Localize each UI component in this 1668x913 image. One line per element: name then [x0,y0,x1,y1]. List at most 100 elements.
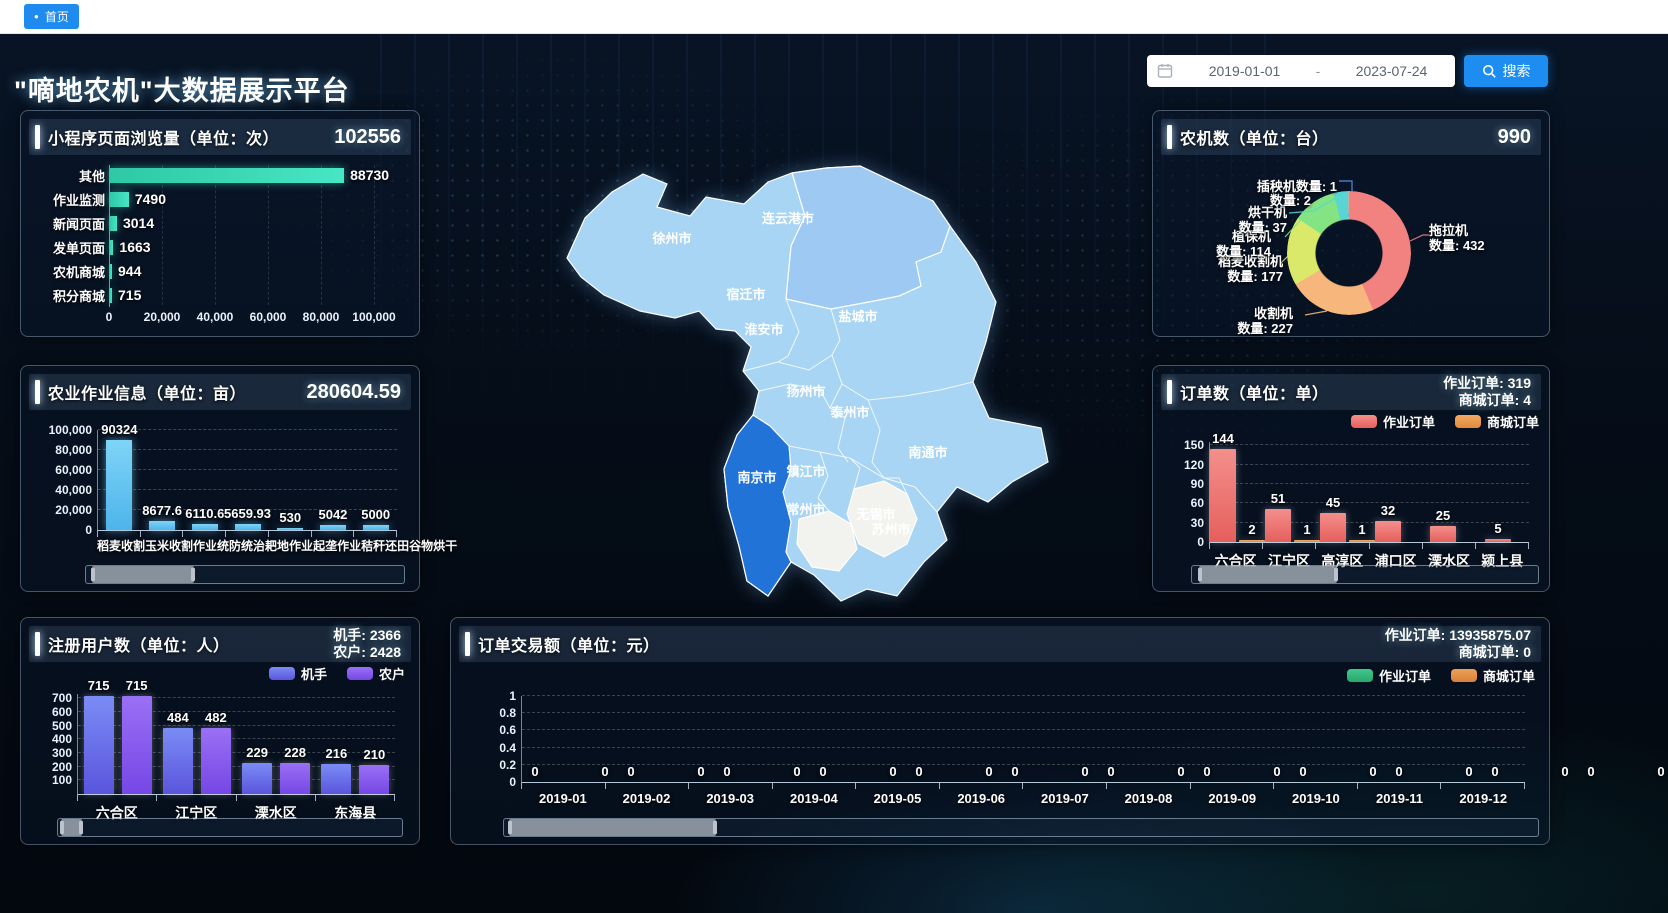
legend-label: 机手 [301,664,327,683]
bar[interactable] [149,521,175,530]
bar[interactable] [242,763,272,794]
data-zoom-handle[interactable] [61,819,82,836]
bar[interactable] [1349,540,1375,542]
tick [1191,783,1275,789]
tab-active-dot-icon: ● [34,13,39,21]
search-button[interactable]: 搜索 [1464,55,1548,87]
tick [1370,543,1423,549]
legend-item[interactable]: 机手 [269,664,327,683]
bar-wrap: 1 [1294,442,1320,542]
farmwork-chart[interactable]: 100,00080,00060,00040,00020,000090324867… [31,414,409,559]
bar[interactable] [321,764,351,794]
value-label: 0 [627,764,634,779]
machines-donut-chart[interactable]: 拖拉机数量: 432收割机数量: 227稻麦收割机数量: 177植保机数量: 1… [1153,149,1549,336]
category-label: 玉米收割作业 [145,537,217,554]
bar-wrap: 0 [688,696,714,782]
bar[interactable] [1485,539,1511,542]
category-label: 2019-09 [1190,791,1274,806]
tick [1423,543,1476,549]
value-label: 1 [1358,522,1365,537]
bar[interactable] [109,288,112,303]
bar[interactable] [109,264,112,279]
legend-item[interactable]: 农户 [347,664,405,683]
value-label: 0 [1657,764,1664,779]
panel-revenue: 订单交易额（单位：元） 作业订单: 13935875.07 商城订单: 0 作业… [450,617,1550,845]
panel-header: 小程序页面浏览量（单位：次） 102556 [29,119,411,155]
bar[interactable] [1210,449,1236,542]
bar-group: 484482 [157,694,236,794]
panel-total: 作业订单: 13935875.07 商城订单: 0 [1385,627,1531,661]
data-zoom-handle[interactable] [92,566,194,583]
dashboard-stage: "嘀地农机"大数据展示平台 2019-01-01 - 2023-07-24 搜索… [0,33,1668,913]
bar-wrap: 5 [1485,442,1511,542]
date-end-value[interactable]: 2023-07-24 [1328,63,1455,79]
bar[interactable] [1375,521,1401,542]
bar[interactable] [1320,513,1346,542]
plot-wrap: 10.80.60.40.2000000000000000000000000020… [521,696,1525,806]
cells: 000000000000000000000000 [522,696,1525,782]
bar[interactable] [277,528,303,530]
y-tick-label: 0.4 [499,741,522,755]
bar-group: 00 [618,696,714,782]
value-label: 0 [697,764,704,779]
date-start-value[interactable]: 2019-01-01 [1181,63,1308,79]
bar-wrap: 482 [201,694,231,794]
bar[interactable] [320,525,346,530]
data-zoom-slider[interactable] [85,565,405,584]
bar[interactable] [280,763,310,794]
data-zoom-slider[interactable] [503,818,1539,837]
bar[interactable] [106,440,132,530]
legend-item[interactable]: 作业订单 [1347,666,1431,685]
orders-chart[interactable]: 作业订单商城订单1501209060300144251145132255六合区江… [1163,412,1539,561]
tab-home[interactable]: ● 首页 [24,4,79,29]
legend-item[interactable]: 商城订单 [1451,666,1535,685]
panel-title: 订单数（单位：单） [1180,380,1329,404]
bar[interactable] [201,728,231,794]
users-chart[interactable]: 机手农户700600500400300200100715715484482229… [31,664,405,814]
tick [1316,543,1369,549]
bar[interactable] [359,765,389,794]
map-city-label: 宿迁市 [726,287,765,302]
map-region-nanjing[interactable] [724,415,791,596]
map-city-label: 南京市 [737,470,776,485]
bar[interactable] [192,524,218,530]
value-label: 6110.6 [185,506,224,521]
map-city-label: 徐州市 [651,231,691,246]
map-city-label: 镇江市 [786,464,825,479]
bar-group: 00 [906,696,1002,782]
data-zoom-slider[interactable] [57,818,403,837]
bar-row: 其他88730 [31,163,407,187]
bar-wrap: 229 [242,694,272,794]
bar-row: 发单页面1663 [31,235,407,259]
map-city-label: 扬州市 [786,384,825,399]
bar[interactable] [109,240,113,255]
bar-wrap: 0 [810,696,836,782]
page-title: "嘀地农机"大数据展示平台 [14,69,350,108]
data-zoom-slider[interactable] [1191,565,1539,584]
bar[interactable] [1265,509,1291,542]
bar[interactable] [109,168,344,183]
bar[interactable] [109,192,129,207]
pageviews-chart[interactable]: 其他88730作业监测7490新闻页面3014发单页面1663农机商城944积分… [31,163,407,330]
revenue-chart[interactable]: 作业订单商城订单10.80.60.40.20000000000000000000… [465,666,1535,814]
category-label: 2019-05 [856,791,940,806]
bar[interactable] [1239,540,1265,542]
bar[interactable] [163,728,193,794]
hbar-rows: 其他88730作业监测7490新闻页面3014发单页面1663农机商城944积分… [31,163,407,307]
bar[interactable] [1294,540,1320,542]
bar[interactable] [235,524,261,530]
legend-item[interactable]: 作业订单 [1351,412,1435,431]
date-range-picker[interactable]: 2019-01-01 - 2023-07-24 [1147,55,1455,87]
data-zoom-handle[interactable] [509,819,716,836]
bar[interactable] [122,696,152,794]
bar[interactable] [1430,526,1456,542]
bar[interactable] [109,216,117,231]
bar[interactable] [84,696,114,794]
legend-item[interactable]: 商城订单 [1455,412,1539,431]
data-zoom-handle[interactable] [1199,566,1337,583]
value-label: 0 [1107,764,1114,779]
bar-group: 451 [1320,442,1375,542]
y-tick-label: 500 [52,719,78,733]
bar[interactable] [363,525,389,530]
province-map[interactable]: 徐州市连云港市宿迁市淮安市盐城市扬州市泰州市南通市南京市镇江市常州市无锡市苏州市 [430,80,1160,620]
